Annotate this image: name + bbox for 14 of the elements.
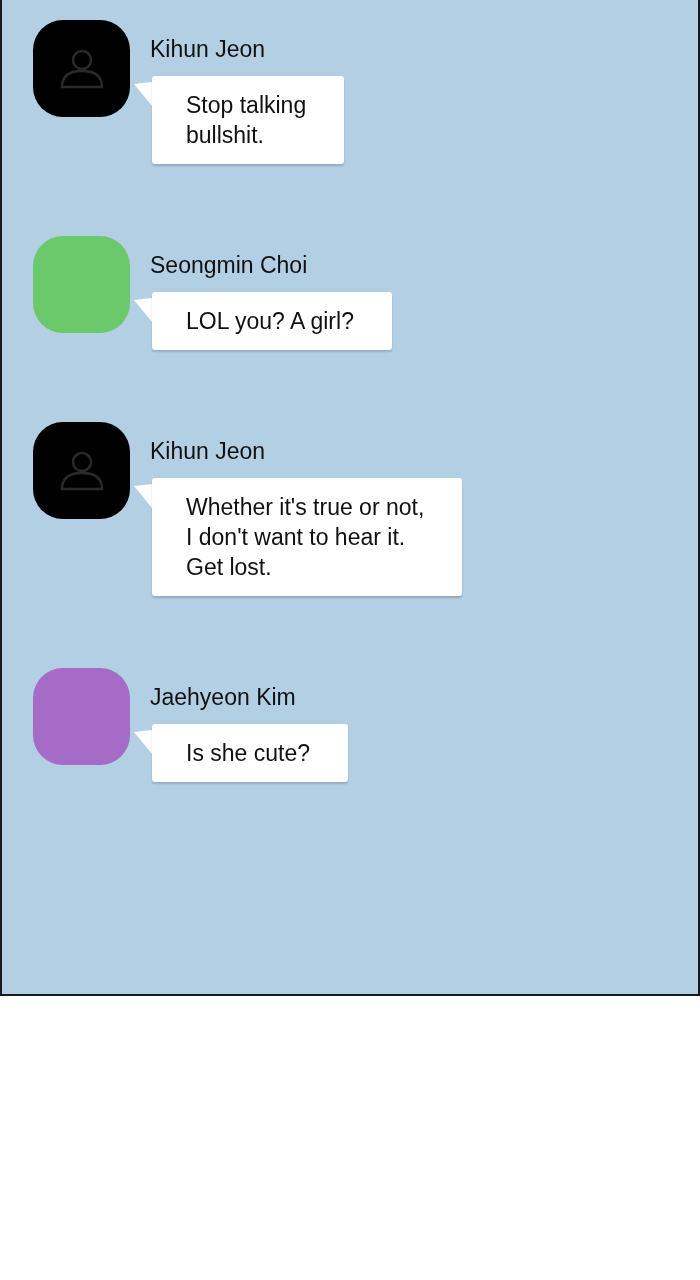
message-bubble: Whether it's true or not, I don't want to hear it. Get lost. xyxy=(152,478,463,596)
sender-name: Kihun Jeon xyxy=(150,438,266,465)
sender-name: Jaehyeon Kim xyxy=(150,684,296,711)
sender-name: Seongmin Choi xyxy=(150,252,308,279)
bubble-tail xyxy=(134,730,152,754)
message-bubble: Stop talking bullshit. xyxy=(152,76,345,164)
message-bubble: Is she cute? xyxy=(152,724,349,782)
bubble-tail xyxy=(134,82,152,106)
bubble-tail xyxy=(134,484,152,508)
message-bubble: LOL you? A girl? xyxy=(152,292,392,350)
person-icon xyxy=(58,48,105,89)
person-icon xyxy=(58,450,105,491)
sender-name: Kihun Jeon xyxy=(150,36,266,63)
bubble-tail xyxy=(134,298,152,322)
